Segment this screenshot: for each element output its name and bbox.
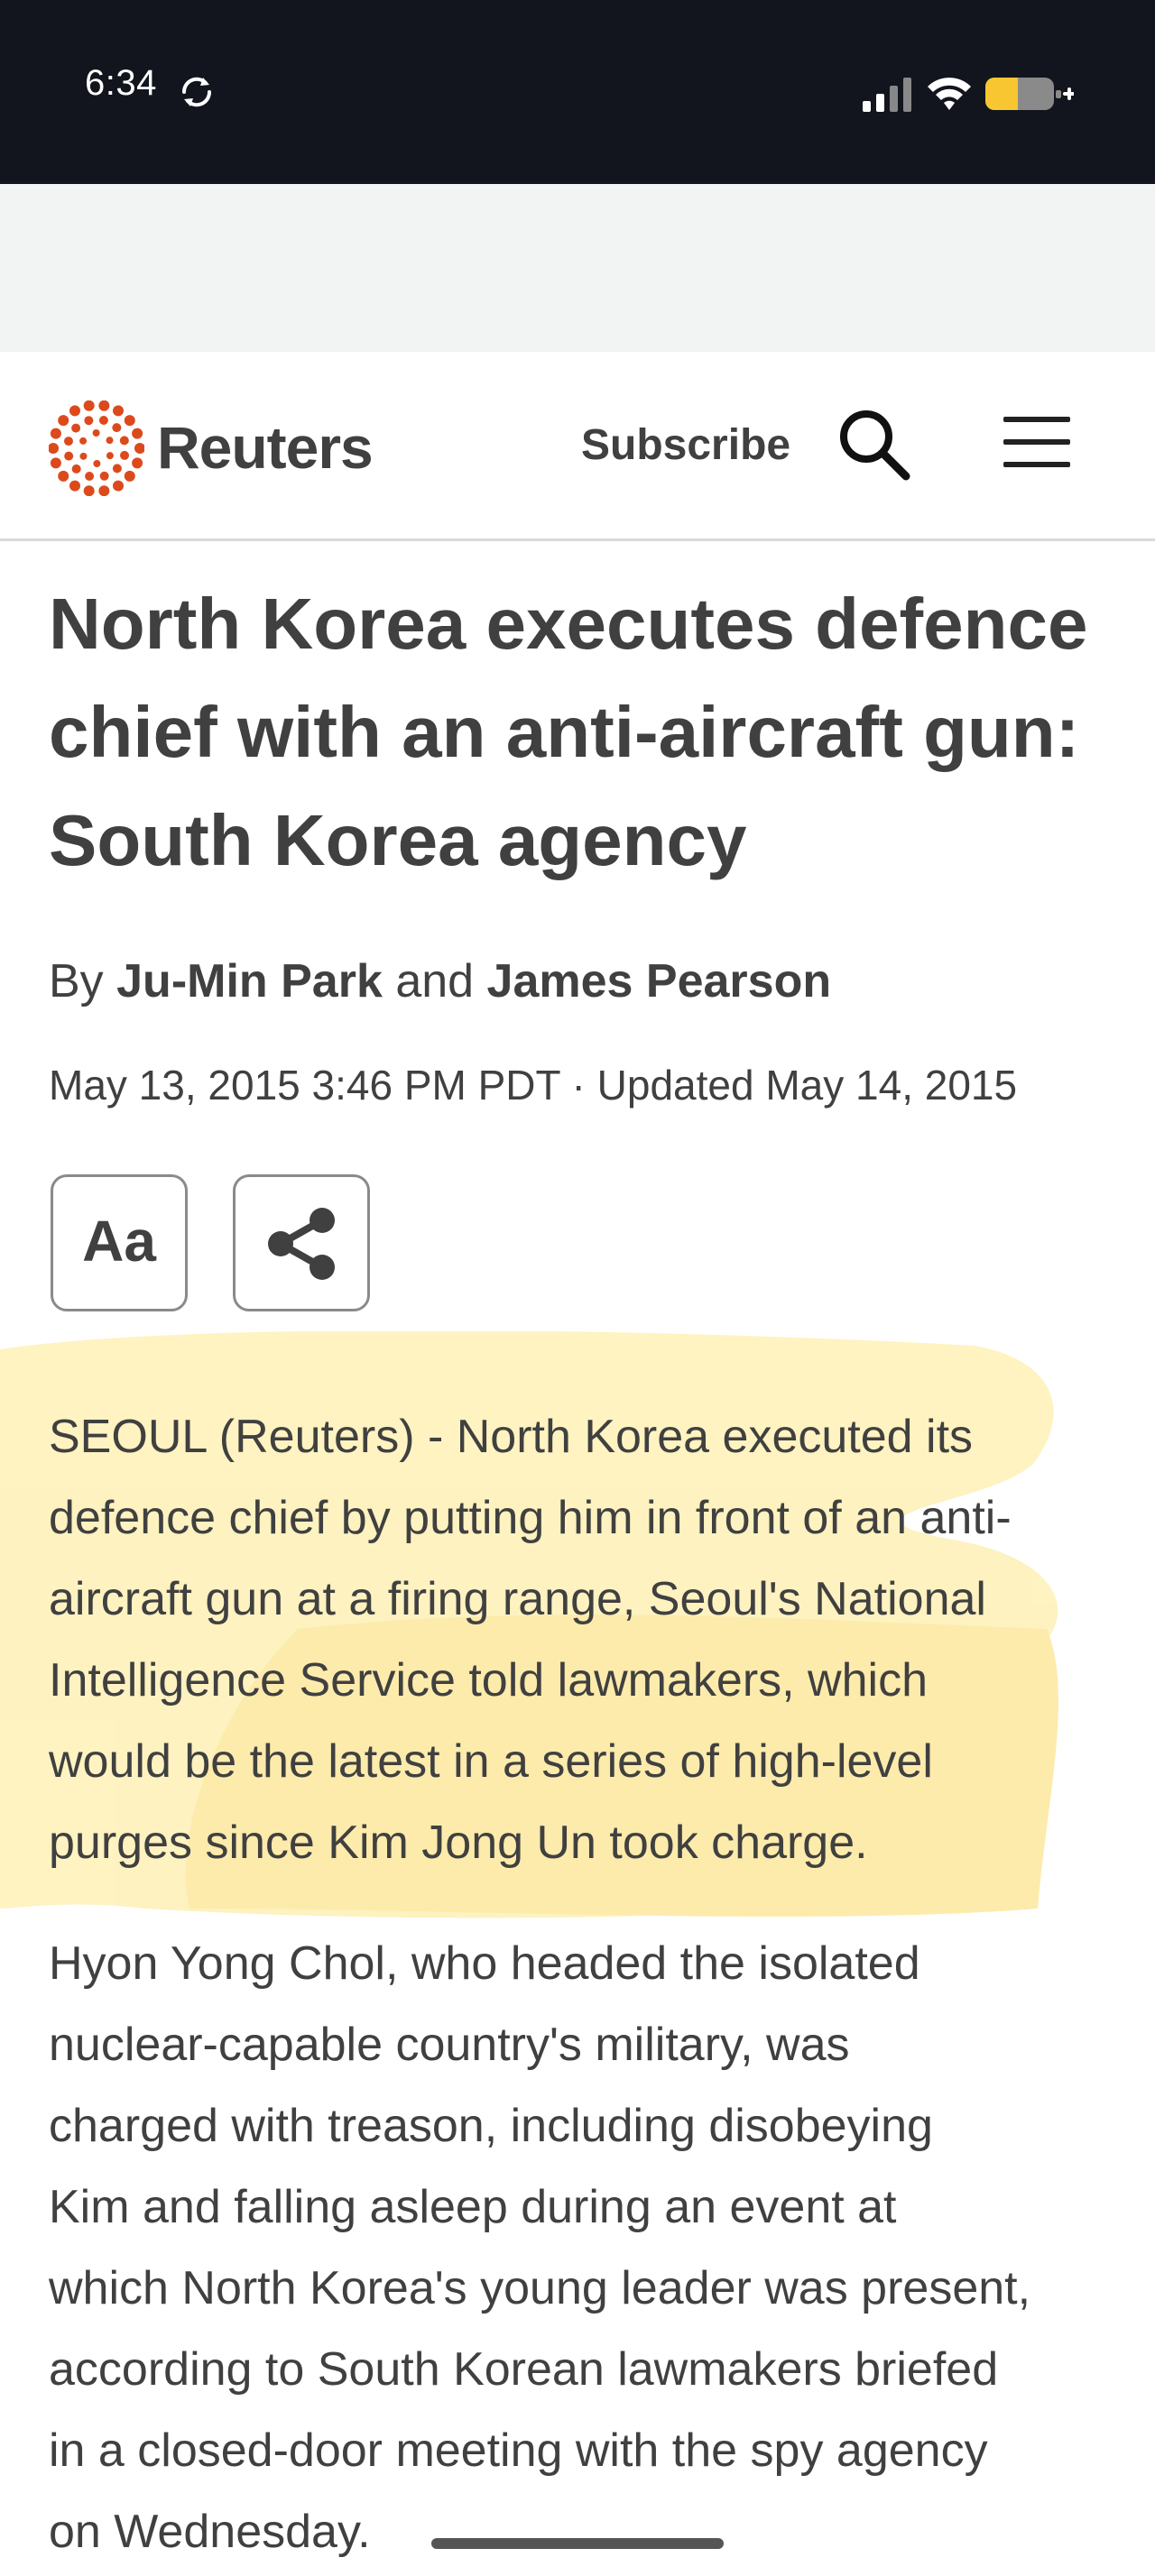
logo-dot (50, 428, 61, 439)
logo-dot (93, 460, 101, 467)
paragraph-line: would be the latest in a series of high-… (49, 1735, 933, 1788)
paragraph-line: in a closed-door meeting with the spy ag… (49, 2424, 988, 2477)
status-bar: 6:34 (0, 0, 1155, 184)
share-icon (268, 1208, 335, 1280)
paragraph-line: Hyon Yong Chol, who headed the isolated (49, 1937, 920, 1990)
dateline: May 13, 2015 3:46 PM PDT · Updated May 1… (49, 1062, 1018, 1109)
ad-placeholder-band (0, 184, 1155, 352)
logo-dot (106, 452, 114, 460)
logo-dot (49, 443, 59, 454)
reuters-logo-icon[interactable] (49, 400, 144, 496)
paragraph-line: Intelligence Service told lawmakers, whi… (49, 1654, 928, 1707)
logo-dot (113, 405, 124, 417)
logo-dot (132, 428, 143, 439)
battery-charging-icon (985, 78, 1074, 110)
logo-dot (124, 470, 135, 482)
logo-dot (99, 471, 109, 481)
logo-dot (119, 436, 129, 446)
logo-dot (64, 451, 74, 461)
author-link[interactable]: Ju-Min Park (116, 955, 383, 1007)
logo-dot (98, 400, 110, 411)
article-paragraph: Hyon Yong Chol, who headed the isolated … (49, 1923, 1123, 2572)
logo-dot (132, 457, 143, 469)
logo-dot (84, 416, 94, 426)
site-header: Reuters Subscribe (0, 352, 1155, 541)
logo-text[interactable]: Reuters (157, 413, 374, 482)
paragraph-line: SEOUL (Reuters) - North Korea executed i… (49, 1411, 974, 1463)
byline-and: and (395, 955, 475, 1007)
logo-dot (83, 400, 95, 411)
paragraph-line: according to South Korean lawmakers brie… (49, 2343, 999, 2396)
logo-dot (79, 437, 88, 445)
logo-dot (69, 480, 80, 492)
font-size-label: Aa (82, 1209, 156, 1274)
logo-dot (106, 437, 114, 445)
home-indicator[interactable] (431, 2538, 724, 2549)
paragraph-line: nuclear-capable country's military, was (49, 2019, 850, 2071)
paragraph-line: purges since Kim Jong Un took charge. (49, 1817, 868, 1869)
paragraph-line: charged with treason, including disobeyi… (49, 2100, 933, 2152)
sync-icon (181, 77, 212, 107)
article-headline: North Korea executes defence chief with … (49, 570, 1113, 895)
logo-dot (85, 472, 95, 482)
share-button[interactable] (233, 1174, 370, 1311)
logo-dot (134, 443, 144, 454)
logo-dot (58, 415, 69, 427)
author-link[interactable]: James Pearson (487, 955, 832, 1007)
paragraph-line: aircraft gun at a firing range, Seoul's … (49, 1573, 986, 1625)
logo-dot (124, 415, 135, 427)
font-size-button[interactable]: Aa (51, 1174, 188, 1311)
subscribe-button[interactable]: Subscribe (581, 420, 790, 470)
logo-dot (112, 464, 122, 474)
logo-dot (71, 423, 81, 433)
byline: By Ju-Min Park and James Pearson (49, 954, 831, 1008)
hamburger-menu-icon[interactable] (1003, 413, 1070, 471)
logo-dot (98, 485, 110, 496)
headline-line: South Korea agency (49, 800, 747, 880)
paragraph-line: which North Korea's young leader was pre… (49, 2262, 1031, 2314)
byline-prefix: By (49, 955, 104, 1007)
status-time: 6:34 (85, 63, 157, 103)
article-paragraph: SEOUL (Reuters) - North Korea executed i… (49, 1396, 1123, 1883)
headline-line: North Korea executes defence (49, 584, 1088, 664)
paragraph-line: Kim and falling asleep during an event a… (49, 2181, 897, 2233)
paragraph-line: on Wednesday. (49, 2506, 371, 2558)
cellular-signal-icon (863, 78, 911, 112)
logo-dot (113, 480, 124, 492)
wifi-icon (928, 78, 971, 110)
logo-dot (71, 464, 81, 474)
paragraph-line: defence chief by putting him in front of… (49, 1492, 1012, 1544)
logo-dot (63, 437, 73, 446)
logo-dot (98, 415, 108, 425)
logo-dot (58, 470, 69, 482)
logo-dot (69, 405, 80, 417)
headline-line: chief with an anti-aircraft gun: (49, 692, 1080, 772)
logo-dot (50, 457, 61, 469)
logo-dot (83, 485, 95, 496)
logo-dot (92, 429, 100, 437)
logo-dot (112, 423, 122, 433)
logo-dot (120, 450, 130, 460)
logo-dot (79, 452, 88, 460)
search-icon[interactable] (836, 406, 911, 482)
